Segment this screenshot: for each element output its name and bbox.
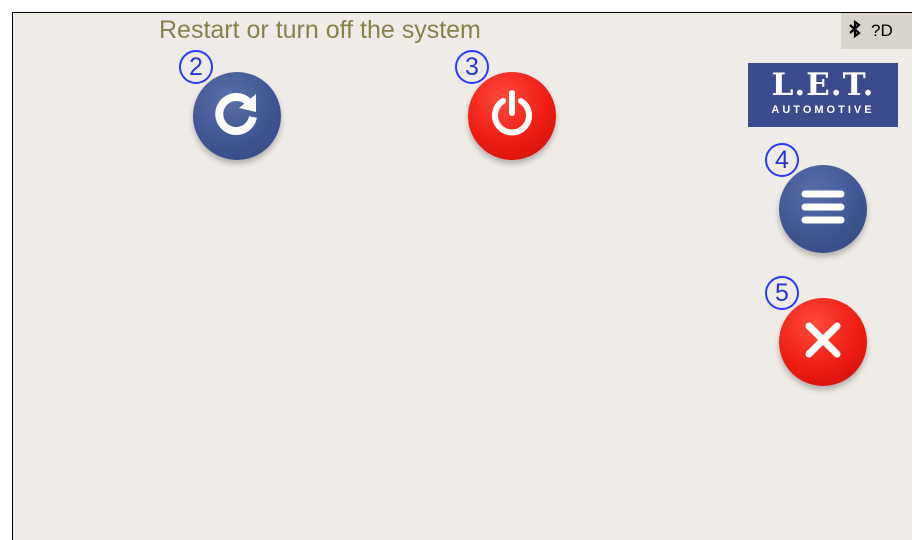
power-button[interactable] — [468, 72, 556, 160]
badge-4: 4 — [765, 143, 799, 177]
page-title: Restart or turn off the system — [159, 16, 481, 44]
logo-line2: AUTOMOTIVE — [771, 104, 875, 116]
app-screen: Restart or turn off the system ?D 2 3 L.… — [12, 12, 912, 540]
restart-icon — [209, 86, 265, 147]
status-text: ?D — [871, 21, 893, 40]
status-bar: ?D — [841, 13, 912, 49]
menu-icon — [799, 186, 847, 233]
close-button[interactable] — [779, 298, 867, 386]
badge-5: 5 — [765, 276, 799, 310]
close-icon — [801, 318, 845, 367]
menu-button[interactable] — [779, 165, 867, 253]
power-icon — [486, 88, 538, 145]
logo-line1: L.E.T. — [771, 67, 875, 103]
badge-3: 3 — [455, 50, 489, 84]
restart-button[interactable] — [193, 72, 281, 160]
badge-2: 2 — [179, 50, 213, 84]
bluetooth-icon — [849, 19, 861, 43]
let-automotive-logo: L.E.T. AUTOMOTIVE — [748, 63, 898, 127]
